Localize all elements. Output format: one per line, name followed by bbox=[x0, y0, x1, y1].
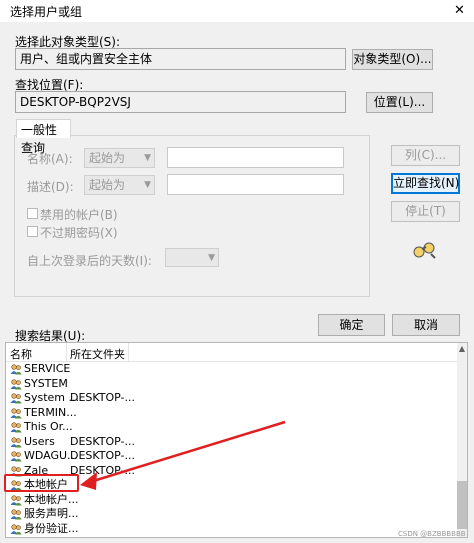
user-group-icon bbox=[10, 523, 22, 534]
row-folder: DESKTOP-... bbox=[70, 449, 135, 462]
column-divider bbox=[66, 343, 67, 361]
chevron-down-icon: ▼ bbox=[144, 153, 151, 163]
list-item[interactable]: 本地帐户... bbox=[6, 493, 459, 507]
row-name: 本地帐户... bbox=[24, 492, 79, 506]
row-name: TERMIN... bbox=[24, 405, 77, 419]
cancel-button[interactable]: 取消 bbox=[392, 314, 460, 336]
description-mode-select[interactable]: 起始为 ▼ bbox=[84, 175, 155, 195]
user-group-icon bbox=[10, 494, 22, 505]
close-icon[interactable]: ✕ bbox=[445, 0, 474, 22]
name-mode-select[interactable]: 起始为 ▼ bbox=[84, 148, 155, 168]
row-folder: DESKTOP-... bbox=[70, 391, 135, 404]
ok-button[interactable]: 确定 bbox=[318, 314, 385, 336]
window-title: 选择用户或组 bbox=[10, 5, 83, 19]
location-field: DESKTOP-BQP2VSJ bbox=[15, 91, 346, 113]
row-folder: DESKTOP-... bbox=[70, 434, 135, 448]
column-header-folder[interactable]: 所在文件夹 bbox=[70, 346, 125, 362]
stop-button[interactable]: 停止(T) bbox=[391, 201, 460, 222]
chevron-down-icon: ▼ bbox=[144, 180, 151, 190]
binoculars-icon bbox=[413, 242, 436, 259]
non-expiring-password-label: 不过期密码(X) bbox=[40, 226, 118, 240]
row-folder: DESKTOP-... bbox=[70, 463, 135, 477]
list-item[interactable]: Users DESKTOP-... bbox=[6, 435, 459, 449]
object-type-field: 用户、组或内置安全主体 bbox=[15, 48, 346, 70]
list-item[interactable]: WDAGU... DESKTOP-... bbox=[6, 449, 459, 463]
user-group-icon bbox=[10, 422, 22, 433]
annotation-highlight-box bbox=[4, 474, 79, 492]
columns-button[interactable]: 列(C)... bbox=[391, 145, 460, 166]
row-name: 身份验证... bbox=[24, 521, 79, 535]
scrollbar-thumb[interactable] bbox=[457, 481, 467, 529]
user-group-icon bbox=[10, 378, 22, 389]
user-group-icon bbox=[10, 407, 22, 418]
list-item[interactable]: SERVICE bbox=[6, 362, 459, 376]
name-label: 名称(A): bbox=[27, 152, 73, 166]
name-input[interactable] bbox=[167, 147, 344, 168]
name-mode-value: 起始为 bbox=[89, 151, 126, 165]
list-item[interactable]: 服务声明... bbox=[6, 507, 459, 521]
user-group-icon bbox=[10, 364, 22, 375]
list-item[interactable]: TERMIN... bbox=[6, 406, 459, 420]
days-since-logon-label: 自上次登录后的天数(I): bbox=[27, 254, 152, 268]
description-input[interactable] bbox=[167, 174, 344, 195]
locations-button[interactable]: 位置(L)... bbox=[366, 92, 433, 113]
user-group-icon bbox=[10, 509, 22, 520]
list-item[interactable]: 身份验证... bbox=[6, 522, 459, 536]
tab-general-query[interactable]: 一般性查询 bbox=[16, 119, 71, 155]
object-types-button[interactable]: 对象类型(O)... bbox=[352, 49, 433, 70]
watermark: CSDN @BZBBBBBB bbox=[398, 530, 466, 538]
list-item[interactable]: System ... DESKTOP-... bbox=[6, 391, 459, 405]
find-now-button[interactable]: 立即查找(N) bbox=[391, 173, 460, 194]
list-item[interactable]: SYSTEM bbox=[6, 377, 459, 391]
days-since-logon-select[interactable]: ▼ bbox=[165, 248, 219, 267]
disabled-accounts-label: 禁用的帐户(B) bbox=[40, 208, 118, 222]
row-name: SERVICE bbox=[24, 362, 71, 375]
description-mode-value: 起始为 bbox=[89, 178, 126, 192]
row-name: SYSTEM bbox=[24, 376, 68, 390]
results-header: 名称 所在文件夹 bbox=[6, 343, 459, 362]
user-group-icon bbox=[10, 393, 22, 404]
column-divider bbox=[128, 343, 129, 361]
column-header-name[interactable]: 名称 bbox=[10, 346, 32, 362]
disabled-accounts-checkbox[interactable] bbox=[27, 208, 38, 219]
row-name: This Or... bbox=[24, 420, 73, 433]
search-results-list[interactable]: 名称 所在文件夹 SERVICE SYSTEM System ... DESKTOP-… bbox=[5, 342, 468, 538]
row-name: 服务声明... bbox=[24, 507, 79, 520]
row-name: Users bbox=[24, 434, 55, 448]
list-item[interactable]: This Or... bbox=[6, 420, 459, 434]
chevron-down-icon: ▼ bbox=[208, 253, 215, 263]
user-group-icon bbox=[10, 451, 22, 462]
description-label: 描述(D): bbox=[27, 180, 74, 194]
scroll-up-icon[interactable]: ▲ bbox=[457, 343, 467, 355]
non-expiring-password-checkbox[interactable] bbox=[27, 226, 38, 237]
user-group-icon bbox=[10, 436, 22, 447]
